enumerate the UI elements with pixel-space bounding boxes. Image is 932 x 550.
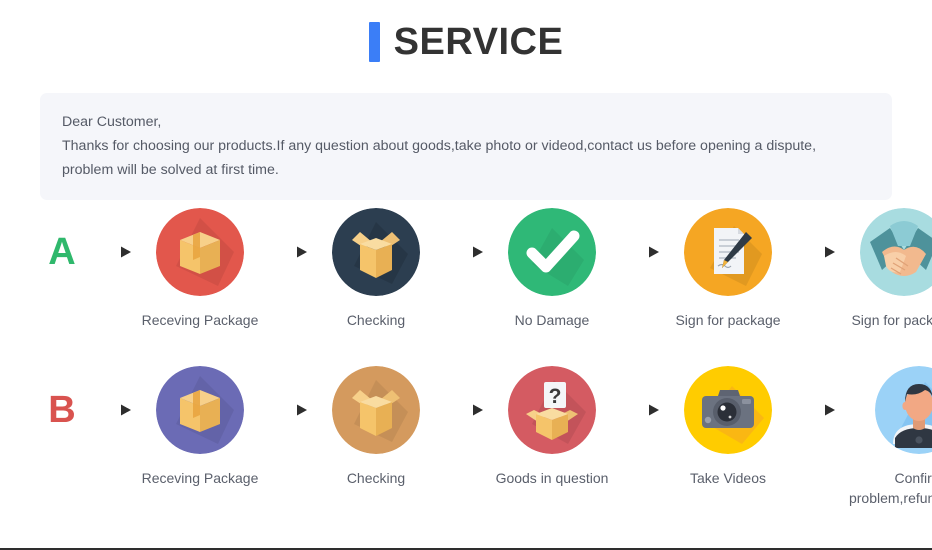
step-b-2[interactable]: Checking xyxy=(316,366,436,488)
customer-notice-box: Dear Customer, Thanks for choosing our p… xyxy=(40,93,892,200)
step-b-3[interactable]: ? Goods in question xyxy=(492,366,612,488)
step-label: Take Videos xyxy=(689,470,766,486)
step-label: Sign for package xyxy=(675,312,781,328)
right-arrow-icon xyxy=(84,208,140,296)
step-label: Receving Package xyxy=(141,312,259,328)
step-label: No Damage xyxy=(514,312,590,328)
notice-line-1: Dear Customer, xyxy=(62,114,162,130)
step-a-3[interactable]: No Damage xyxy=(492,208,612,330)
right-arrow-icon xyxy=(612,208,668,296)
step-a-1[interactable]: Receving Package xyxy=(140,208,260,330)
title-accent-bar xyxy=(368,22,380,62)
person-avatar-icon xyxy=(875,366,932,454)
right-arrow-icon xyxy=(612,366,668,454)
closed-box-icon xyxy=(156,208,244,296)
right-arrow-icon xyxy=(788,366,844,454)
right-arrow-icon xyxy=(436,208,492,296)
right-arrow-icon xyxy=(84,366,140,454)
question-box-icon: ? xyxy=(508,366,596,454)
notice-line-2: Thanks for choosing our products.If any … xyxy=(62,138,817,154)
open-box-icon xyxy=(332,208,420,296)
svg-text:?: ? xyxy=(549,385,562,408)
step-b-1[interactable]: Receving Package xyxy=(140,366,260,488)
page-title-text: SERVICE xyxy=(393,20,564,63)
document-pen-icon xyxy=(684,208,772,296)
step-label: Checking xyxy=(346,470,406,486)
step-b-5[interactable]: Confirm problem,refund money xyxy=(844,366,932,508)
step-label: Checking xyxy=(346,312,406,328)
page-title: SERVICE xyxy=(0,0,932,63)
closed-box-icon xyxy=(156,366,244,454)
step-label: Receving Package xyxy=(141,470,259,486)
notice-line-3: problem will be solved at first time. xyxy=(62,162,279,178)
flow-letter-b: B xyxy=(48,389,76,431)
check-mark-icon xyxy=(508,208,596,296)
camera-icon xyxy=(684,366,772,454)
step-a-2[interactable]: Checking xyxy=(316,208,436,330)
step-label: Goods in question xyxy=(495,470,609,486)
flow-row-b: B Receving Package Checking ? Goods in q… xyxy=(40,366,932,508)
right-arrow-icon xyxy=(260,208,316,296)
right-arrow-icon xyxy=(260,366,316,454)
open-box-icon xyxy=(332,366,420,454)
step-a-4[interactable]: Sign for package xyxy=(668,208,788,330)
handshake-icon xyxy=(860,208,932,296)
step-b-4[interactable]: Take Videos xyxy=(668,366,788,488)
service-page: SERVICE Dear Customer, Thanks for choosi… xyxy=(0,0,932,550)
flow-letter-a: A xyxy=(48,231,76,273)
right-arrow-icon xyxy=(788,208,844,296)
step-label: Confirm problem,refund money xyxy=(848,470,932,506)
flow-row-a: A Receving Package Checking No Damage Si… xyxy=(40,208,932,330)
right-arrow-icon xyxy=(436,366,492,454)
step-label: Sign for package xyxy=(851,312,932,328)
step-a-5[interactable]: Sign for package xyxy=(844,208,932,330)
